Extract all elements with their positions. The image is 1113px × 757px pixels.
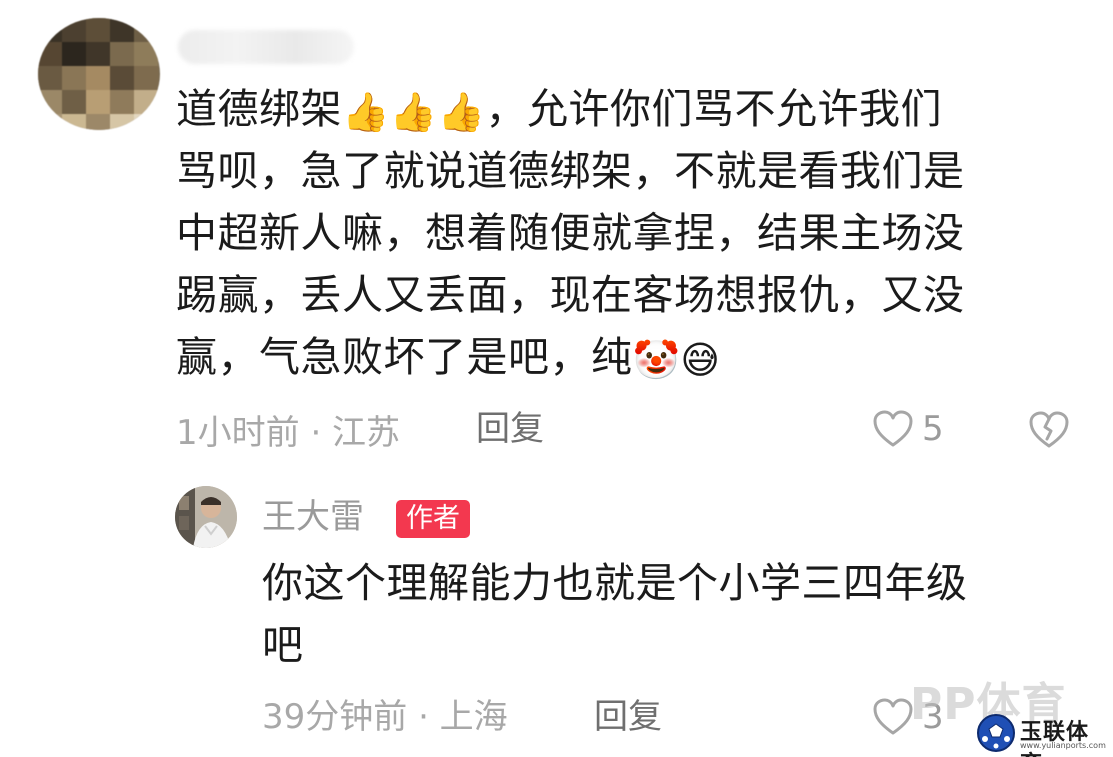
comment-dislike-button[interactable] — [1026, 406, 1072, 452]
comment-like-button[interactable]: 5 — [872, 404, 944, 454]
comment-line-1: 道德绑架👍👍👍，允许你们骂不允许我们 — [176, 78, 1076, 140]
comment-line-5: 赢，气急败坏了是吧，纯🤡😅 — [176, 326, 1076, 388]
comment-line-4: 踢赢，丢人又丢面，现在客场想报仇，又没 — [176, 271, 965, 319]
grin-sweat-emoji-icon: 😅 — [680, 338, 721, 382]
reply-line-1: 你这个理解能力也就是个小学三四年级 — [262, 559, 968, 607]
heart-outline-icon — [873, 410, 913, 447]
reply-author-name[interactable]: 王大雷 — [262, 494, 364, 540]
comment-line-2: 骂呗，急了就说道德绑架，不就是看我们是 — [176, 147, 965, 195]
heart-outline-icon — [873, 698, 913, 735]
avatar-photo-icon — [175, 486, 237, 548]
comment-reply-button[interactable]: 回复 — [476, 404, 544, 454]
soccer-ball-icon — [977, 714, 1015, 752]
comment-body: 道德绑架👍👍👍，允许你们骂不允许我们 骂呗，急了就说道德绑架，不就是看我们是 中… — [176, 78, 1076, 388]
author-badge: 作者 — [396, 500, 470, 538]
broken-heart-icon — [1029, 411, 1069, 448]
comment-text-segment: ，允许你们骂不允许我们 — [485, 85, 942, 133]
reply-body: 你这个理解能力也就是个小学三四年级 吧 — [262, 552, 1062, 676]
logo-text: 玉联体育 — [1020, 720, 1090, 757]
commenter-avatar-blurred[interactable] — [38, 18, 160, 130]
thumbs-up-emoji-icon: 👍 — [342, 90, 390, 134]
reply-author-avatar[interactable] — [175, 486, 237, 548]
yulian-sports-logo: 玉联体育 www.yulianports.com — [976, 712, 1106, 757]
logo-url: www.yulianports.com — [1020, 741, 1106, 750]
comment-text-segment: 道德绑架 — [176, 85, 342, 133]
comment-like-count: 5 — [922, 409, 944, 449]
reply-time-location: 39分钟前 · 上海 — [262, 697, 508, 737]
clown-emoji-icon: 🤡 — [632, 338, 681, 382]
reply-reply-button[interactable]: 回复 — [594, 692, 662, 742]
comment-line-3: 中超新人嘛，想着随便就拿捏，结果主场没 — [176, 209, 965, 257]
comment-text-segment: 赢，气急败坏了是吧，纯 — [176, 333, 633, 381]
reply-line-2: 吧 — [262, 621, 304, 669]
comment-time-location: 1小时前 · 江苏 — [176, 412, 401, 453]
thumbs-up-emoji-icon: 👍 — [389, 90, 438, 134]
commenter-name-blurred[interactable] — [178, 30, 354, 64]
thumbs-up-emoji-icon: 👍 — [437, 90, 486, 134]
